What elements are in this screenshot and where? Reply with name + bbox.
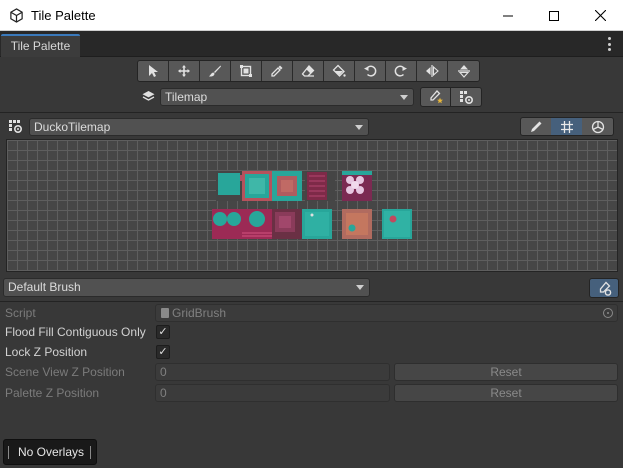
- maximize-button[interactable]: [531, 0, 577, 31]
- flip-x-button[interactable]: [417, 61, 448, 81]
- brush-value: Default Brush: [8, 280, 81, 294]
- flip-y-icon: [457, 65, 470, 78]
- script-file-icon: [161, 308, 169, 318]
- lock-z-label: Lock Z Position: [5, 345, 88, 359]
- eraser-tool-button[interactable]: [293, 61, 324, 81]
- flip-y-button[interactable]: [448, 61, 479, 81]
- brush-settings-icon: [599, 281, 611, 296]
- tilemap-focus-button[interactable]: [420, 87, 451, 107]
- pencil-icon: [531, 121, 542, 132]
- palette-z-reset-button[interactable]: Reset: [394, 384, 618, 402]
- palette-gear-icon: [459, 90, 473, 104]
- picker-icon: [271, 65, 283, 77]
- flip-x-icon: [426, 65, 439, 77]
- tile[interactable]: [302, 209, 332, 239]
- close-icon: [594, 10, 606, 21]
- overlays-toggle[interactable]: No Overlays: [3, 439, 97, 465]
- section-divider: [0, 301, 623, 302]
- script-value: GridBrush: [172, 306, 227, 320]
- picker-star-icon: [429, 90, 443, 104]
- tile[interactable]: [212, 209, 242, 239]
- chevron-down-icon: [355, 125, 363, 130]
- unity-logo-icon: [10, 8, 23, 23]
- palette-z-field[interactable]: 0: [155, 384, 390, 402]
- edit-palette-button[interactable]: [520, 117, 552, 136]
- window-title: Tile Palette: [31, 8, 96, 23]
- box-fill-icon: [240, 65, 252, 77]
- lock-z-checkbox[interactable]: ✓: [156, 345, 170, 359]
- picker-tool-button[interactable]: [262, 61, 293, 81]
- tile[interactable]: [342, 209, 372, 239]
- scene-view-z-reset-button[interactable]: Reset: [394, 363, 618, 381]
- active-tilemap-value: Tilemap: [165, 90, 208, 104]
- section-divider: [0, 112, 623, 113]
- scene-view-z-label: Scene View Z Position: [5, 365, 125, 379]
- palette-z-label: Palette Z Position: [5, 386, 100, 400]
- paintbrush-icon: [209, 65, 221, 77]
- rotate-cw-icon: [394, 65, 407, 77]
- tile[interactable]: [242, 209, 272, 239]
- select-tool-button[interactable]: [138, 61, 169, 81]
- select-icon: [149, 65, 158, 77]
- minimize-icon: [503, 15, 513, 16]
- fill-bucket-icon: [332, 64, 346, 77]
- minimize-button[interactable]: [485, 0, 531, 31]
- maximize-icon: [549, 10, 559, 21]
- close-button[interactable]: [577, 0, 623, 31]
- tile[interactable]: [305, 171, 335, 201]
- scene-view-z-field[interactable]: 0: [155, 363, 390, 381]
- rotate-ccw-button[interactable]: [355, 61, 386, 81]
- chevron-down-icon: [400, 95, 408, 100]
- script-object-field: GridBrush: [155, 304, 618, 322]
- tab-strip: Tile Palette: [0, 31, 623, 57]
- chevron-down-icon: [356, 285, 364, 290]
- tile[interactable]: [272, 171, 302, 201]
- brush-picks-button[interactable]: [589, 278, 619, 298]
- flood-fill-label: Flood Fill Contiguous Only: [5, 325, 146, 339]
- rotate-ccw-icon: [364, 65, 377, 77]
- tile[interactable]: [272, 209, 302, 239]
- palette-value: DuckoTilemap: [34, 120, 111, 134]
- fill-tool-button[interactable]: [324, 61, 355, 81]
- tile[interactable]: [242, 171, 272, 201]
- object-picker-icon[interactable]: [603, 308, 613, 318]
- more-options-icon[interactable]: [603, 37, 615, 51]
- gizmo-icon: [591, 120, 604, 133]
- script-label: Script: [5, 306, 36, 320]
- palette-dropdown[interactable]: DuckoTilemap: [29, 118, 369, 136]
- tab-tile-palette[interactable]: Tile Palette: [1, 34, 80, 57]
- tile[interactable]: [342, 171, 372, 201]
- eraser-icon: [301, 65, 315, 77]
- palette-grid-icon: [9, 120, 23, 134]
- tool-bar: [137, 60, 480, 82]
- tile-palette-settings-button[interactable]: [451, 87, 482, 107]
- toggle-grid-button[interactable]: [551, 117, 583, 136]
- brush-dropdown[interactable]: Default Brush: [3, 278, 370, 297]
- window-titlebar: Tile Palette: [0, 0, 623, 31]
- grid-icon: [560, 120, 573, 133]
- tile-palette-grid[interactable]: [6, 139, 618, 272]
- rotate-cw-button[interactable]: [386, 61, 417, 81]
- toggle-gizmos-button[interactable]: [582, 117, 614, 136]
- tilemap-layers-icon: [142, 91, 155, 101]
- move-tool-button[interactable]: [169, 61, 200, 81]
- flood-fill-checkbox[interactable]: ✓: [156, 325, 170, 339]
- tile[interactable]: [382, 209, 412, 239]
- move-icon: [178, 65, 190, 77]
- box-fill-tool-button[interactable]: [231, 61, 262, 81]
- paint-tool-button[interactable]: [200, 61, 231, 81]
- active-tilemap-dropdown[interactable]: Tilemap: [160, 88, 414, 106]
